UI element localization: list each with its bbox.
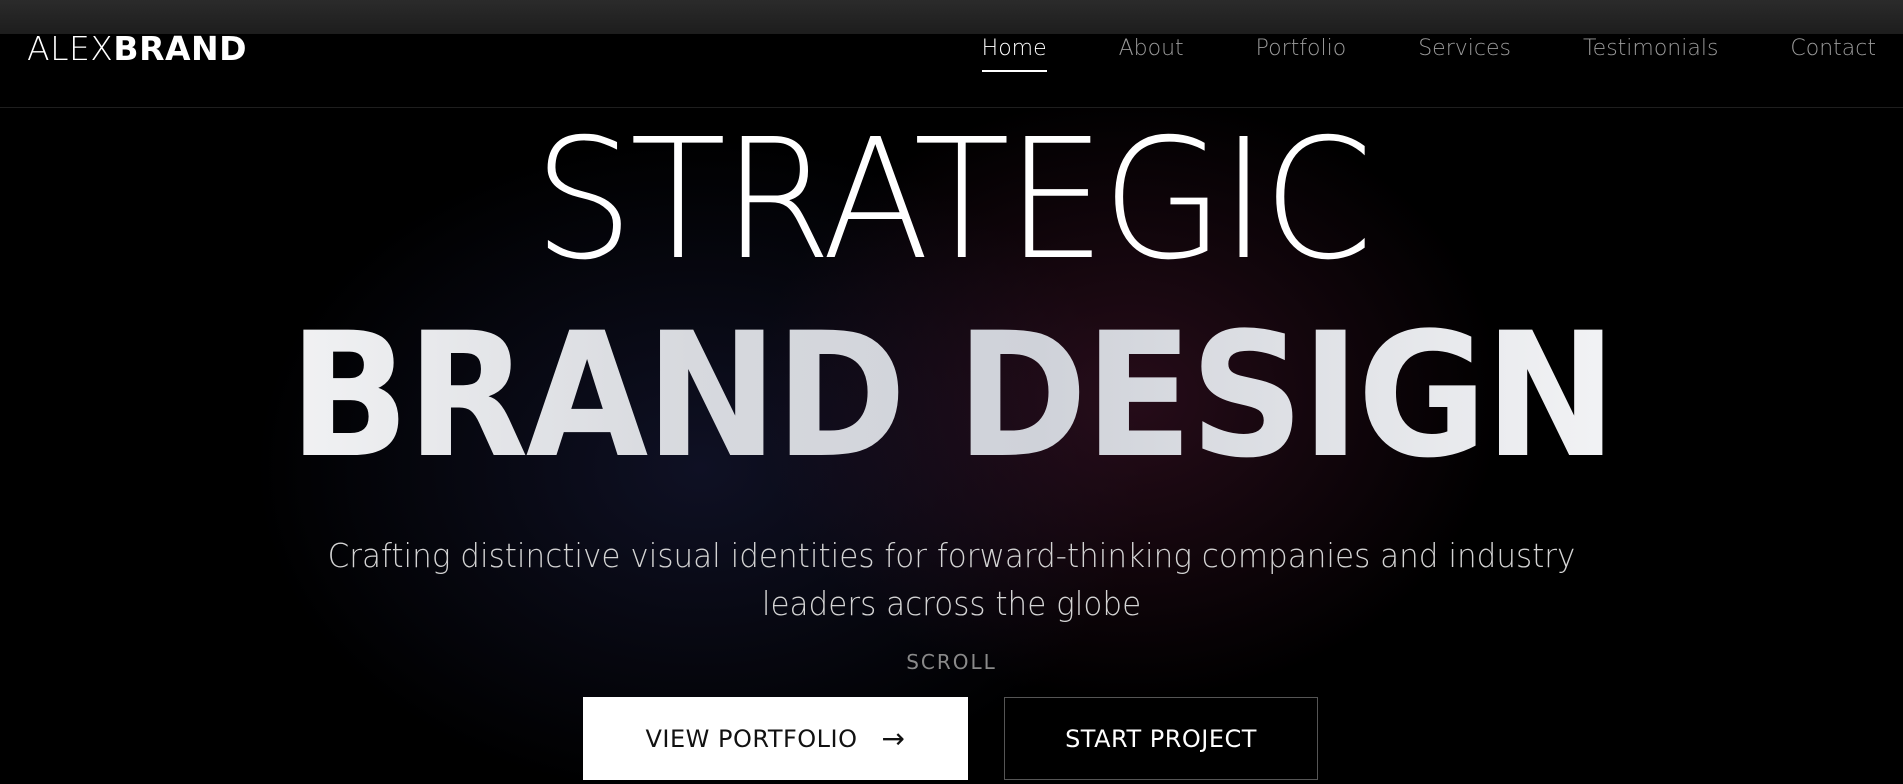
browser-top-strip xyxy=(0,0,1903,34)
view-portfolio-button[interactable]: VIEW PORTFOLIO → xyxy=(583,697,968,780)
start-project-label: START PROJECT xyxy=(1065,724,1257,753)
hero-headline-line1: STRATEGIC xyxy=(533,104,1374,297)
hero-headline-line2: BRAND DESIGN xyxy=(76,306,1827,486)
page: ALEXBRAND Home About Portfolio Services … xyxy=(0,0,1903,784)
nav-services[interactable]: Services xyxy=(1418,34,1511,70)
scroll-indicator[interactable]: SCROLL xyxy=(0,650,1903,674)
nav-portfolio[interactable]: Portfolio xyxy=(1256,34,1347,70)
start-project-button[interactable]: START PROJECT xyxy=(1004,697,1318,780)
nav-about[interactable]: About xyxy=(1119,34,1184,70)
logo[interactable]: ALEXBRAND xyxy=(27,32,247,65)
nav-links: Home About Portfolio Services Testimonia… xyxy=(910,34,1876,72)
nav-testimonials[interactable]: Testimonials xyxy=(1583,34,1718,70)
logo-bold-text: BRAND xyxy=(113,29,248,68)
nav-contact[interactable]: Contact xyxy=(1790,34,1876,70)
hero-subtitle: Crafting distinctive visual identities f… xyxy=(327,536,1576,623)
arrow-right-icon: → xyxy=(881,721,906,755)
nav-home[interactable]: Home xyxy=(981,34,1047,72)
logo-light-text: ALEX xyxy=(27,29,114,68)
navbar: ALEXBRAND Home About Portfolio Services … xyxy=(0,32,1903,108)
view-portfolio-label: VIEW PORTFOLIO xyxy=(645,724,858,753)
